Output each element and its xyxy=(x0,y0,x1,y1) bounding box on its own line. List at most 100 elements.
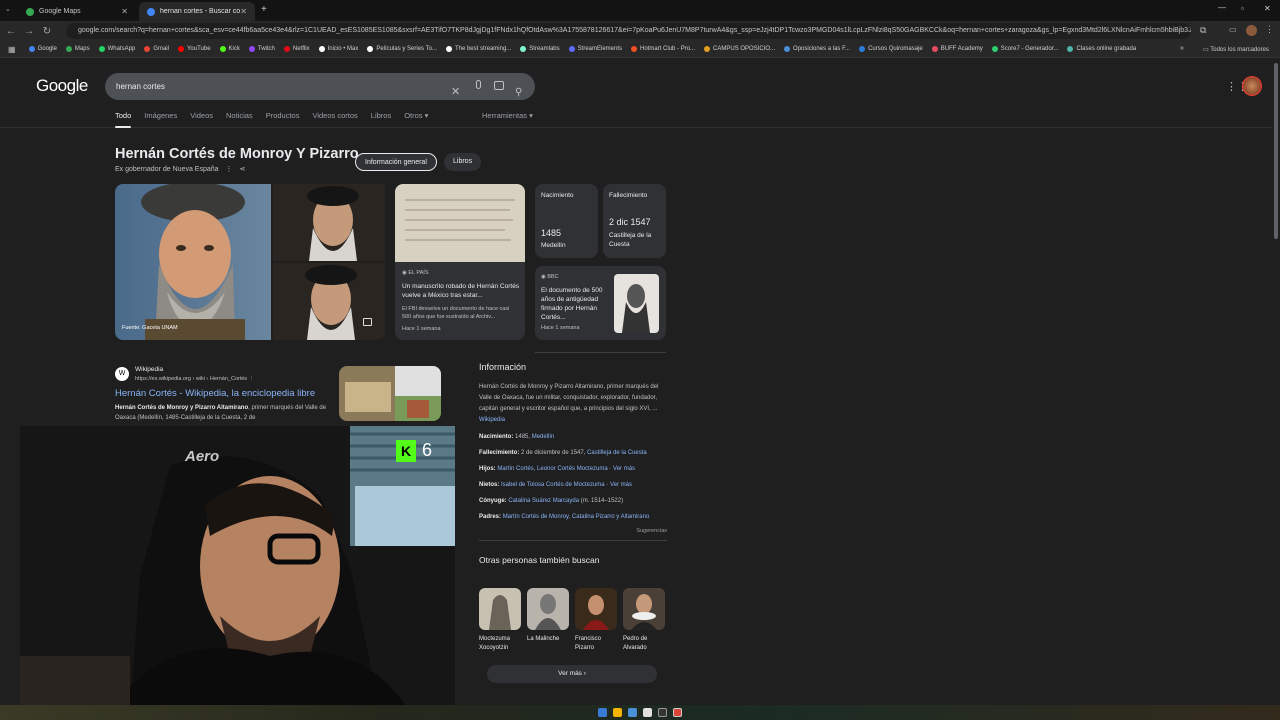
see-more-button[interactable]: Ver más › xyxy=(487,665,657,683)
more-bookmarks-button[interactable]: » xyxy=(1180,45,1184,52)
bookmark-favicon-icon xyxy=(367,46,374,52)
person-image xyxy=(575,588,617,630)
page-scrollbar-thumb[interactable] xyxy=(1274,63,1278,239)
bookmark-item[interactable]: Gmail xyxy=(144,46,169,52)
voice-search-icon[interactable] xyxy=(476,80,481,89)
portrait-image-3[interactable] xyxy=(273,263,385,340)
more-options-icon[interactable]: ⋮ xyxy=(226,166,233,173)
chip-informacion-general[interactable]: Información general xyxy=(355,153,437,171)
person-moctezuma[interactable]: Moctezuma Xocoyotzin xyxy=(479,588,521,653)
tab-2[interactable]: Videos xyxy=(190,111,213,125)
tab-3[interactable]: Noticias xyxy=(226,111,253,125)
bookmark-item[interactable]: Kick xyxy=(219,46,240,52)
fact-link[interactable]: Medellín xyxy=(532,434,555,440)
portrait-image-main[interactable]: Fuente: Gaceta UNAM xyxy=(115,184,271,340)
bookmark-item[interactable]: CAMPUS OPOSICIO... xyxy=(704,46,775,52)
menu-icon[interactable]: ⋮ xyxy=(1265,24,1274,35)
clear-search-icon[interactable]: ✕ xyxy=(451,79,460,106)
app-taskbar-icon[interactable] xyxy=(673,708,682,717)
close-tab-icon[interactable]: ✕ xyxy=(121,7,128,16)
bookmark-item[interactable]: Netflix xyxy=(283,46,310,52)
gallery-icon[interactable] xyxy=(363,318,372,326)
tab-4[interactable]: Productos xyxy=(266,111,300,125)
person-pizarro[interactable]: Francisco Pizarro xyxy=(575,588,617,653)
close-tab-icon[interactable]: ✕ xyxy=(240,7,247,16)
bookmark-item[interactable]: Google xyxy=(28,46,57,52)
apps-grid-icon[interactable]: ▦ xyxy=(8,45,16,54)
feedback-link[interactable]: Sugerencias xyxy=(479,528,667,534)
cast-icon[interactable]: ▭ xyxy=(1229,25,1237,34)
tab-google-maps[interactable]: Google Maps ✕ xyxy=(18,2,136,21)
fact-link[interactable]: Catalina Suárez Marcayda xyxy=(508,498,579,504)
tab-5[interactable]: Videos cortos xyxy=(312,111,357,125)
others-heading: Otras personas también buscan xyxy=(479,555,600,565)
kick-logo-icon: K xyxy=(396,440,416,462)
birth-place: Medellín xyxy=(541,242,566,249)
bookmark-item[interactable]: Maps xyxy=(65,46,90,52)
bookmark-item[interactable]: Películas y Series To... xyxy=(367,46,437,52)
search-icon[interactable]: ⚲ xyxy=(515,79,522,106)
address-bar[interactable]: google.com/search?q=hernan+cortes&sca_es… xyxy=(66,23,1191,39)
bookmark-item[interactable]: Score7 - Generador... xyxy=(991,46,1058,52)
bookmark-item[interactable]: Oposiciones a las F... xyxy=(784,46,850,52)
bookmark-item[interactable]: BUFF Academy xyxy=(931,46,983,52)
person-malinche[interactable]: La Malinche xyxy=(527,588,569,644)
bookmark-item[interactable]: Streamlabs xyxy=(520,46,560,52)
fact-link[interactable]: Martín Cortés de Monroy, Catalina Pizarr… xyxy=(503,514,650,520)
app-taskbar-icon[interactable] xyxy=(643,708,652,717)
bookmark-label: Streamlabs xyxy=(529,46,560,52)
news-card-bbc[interactable]: ◉ BBC El documento de 500 años de antigü… xyxy=(535,266,666,340)
bookmark-item[interactable]: Hotmart Club - Pro... xyxy=(631,46,695,52)
new-tab-button[interactable]: + xyxy=(261,4,267,15)
bookmark-label: BUFF Academy xyxy=(940,46,983,52)
wikipedia-link[interactable]: Wikipedia xyxy=(479,417,505,423)
start-icon[interactable] xyxy=(598,708,607,717)
result-title-link[interactable]: Hernán Cortés - Wikipedia, la encicloped… xyxy=(115,388,315,399)
tools-button[interactable]: Herramientas ▾ xyxy=(482,111,533,120)
app-taskbar-icon[interactable] xyxy=(628,708,637,717)
extensions-icon[interactable]: ⧉ xyxy=(1200,25,1206,36)
bookmark-item[interactable]: WhatsApp xyxy=(98,46,135,52)
bookmark-item[interactable]: StreamElements xyxy=(568,46,622,52)
bookmark-item[interactable]: YouTube xyxy=(177,46,211,52)
death-card[interactable]: Fallecimiento 2 dic 1547 Castilleja de l… xyxy=(603,184,666,258)
chip-libros[interactable]: Libros xyxy=(444,153,482,171)
person-alvarado[interactable]: Pedro de Alvarado xyxy=(623,588,665,653)
tab-6[interactable]: Libros xyxy=(371,111,391,125)
person-image xyxy=(623,588,665,630)
bookmark-item[interactable]: Inicio • Max xyxy=(318,46,358,52)
portrait-image-2[interactable] xyxy=(273,184,385,261)
bookmark-item[interactable]: Twitch xyxy=(248,46,275,52)
news-card-elpais[interactable]: ◉ EL PAÍS Un manuscrito robado de Hernán… xyxy=(395,184,525,340)
tab-0[interactable]: Todo xyxy=(115,111,132,128)
person-name: La Malinche xyxy=(527,636,560,642)
tab-google-search[interactable]: hernan cortes - Buscar con Go... ✕ xyxy=(139,2,255,21)
fact-link[interactable]: Isabel de Tolosa Cortés de Moctezuma · V… xyxy=(501,482,632,488)
bookmark-item[interactable]: The best streaming... xyxy=(445,46,511,52)
birth-card[interactable]: Nacimiento 1485 Medellín xyxy=(535,184,598,258)
app-taskbar-icon[interactable] xyxy=(658,708,667,717)
fact-link[interactable]: Martín Cortés, Leonor Cortés Moctezuma ·… xyxy=(497,466,635,472)
share-icon[interactable]: ⋖ xyxy=(240,166,246,173)
death-place: Castilleja de la Cuesta xyxy=(609,232,652,248)
forward-icon[interactable]: → xyxy=(20,26,38,37)
back-icon[interactable]: ← xyxy=(2,26,20,37)
lens-search-icon[interactable] xyxy=(494,81,504,90)
minimize-button[interactable]: — xyxy=(1218,3,1226,12)
reload-icon[interactable]: ↻ xyxy=(38,26,56,37)
maximize-button[interactable]: ▫ xyxy=(1241,4,1244,13)
profile-avatar[interactable] xyxy=(1246,25,1257,36)
tab-1[interactable]: Imágenes xyxy=(144,111,177,125)
wiki-thumbnail[interactable] xyxy=(339,366,441,421)
tab-7[interactable]: Otros ▾ xyxy=(404,111,428,125)
all-bookmarks-folder[interactable]: ▭ Todos los marcadores xyxy=(1203,46,1269,53)
bookmark-item[interactable]: Cursos Quiromasaje xyxy=(859,46,923,52)
tab-search-icon[interactable]: ⌄ xyxy=(5,5,11,13)
chrome-taskbar-icon[interactable] xyxy=(613,708,622,717)
fact-link[interactable]: Castilleja de la Cuesta xyxy=(587,450,647,456)
close-window-button[interactable]: ✕ xyxy=(1264,4,1271,13)
search-input[interactable]: hernan cortes ✕ ⚲ xyxy=(105,73,535,100)
bookmark-item[interactable]: Clases online grabada xyxy=(1067,46,1136,52)
account-avatar[interactable] xyxy=(1242,76,1262,96)
google-logo[interactable]: Google xyxy=(36,76,88,96)
